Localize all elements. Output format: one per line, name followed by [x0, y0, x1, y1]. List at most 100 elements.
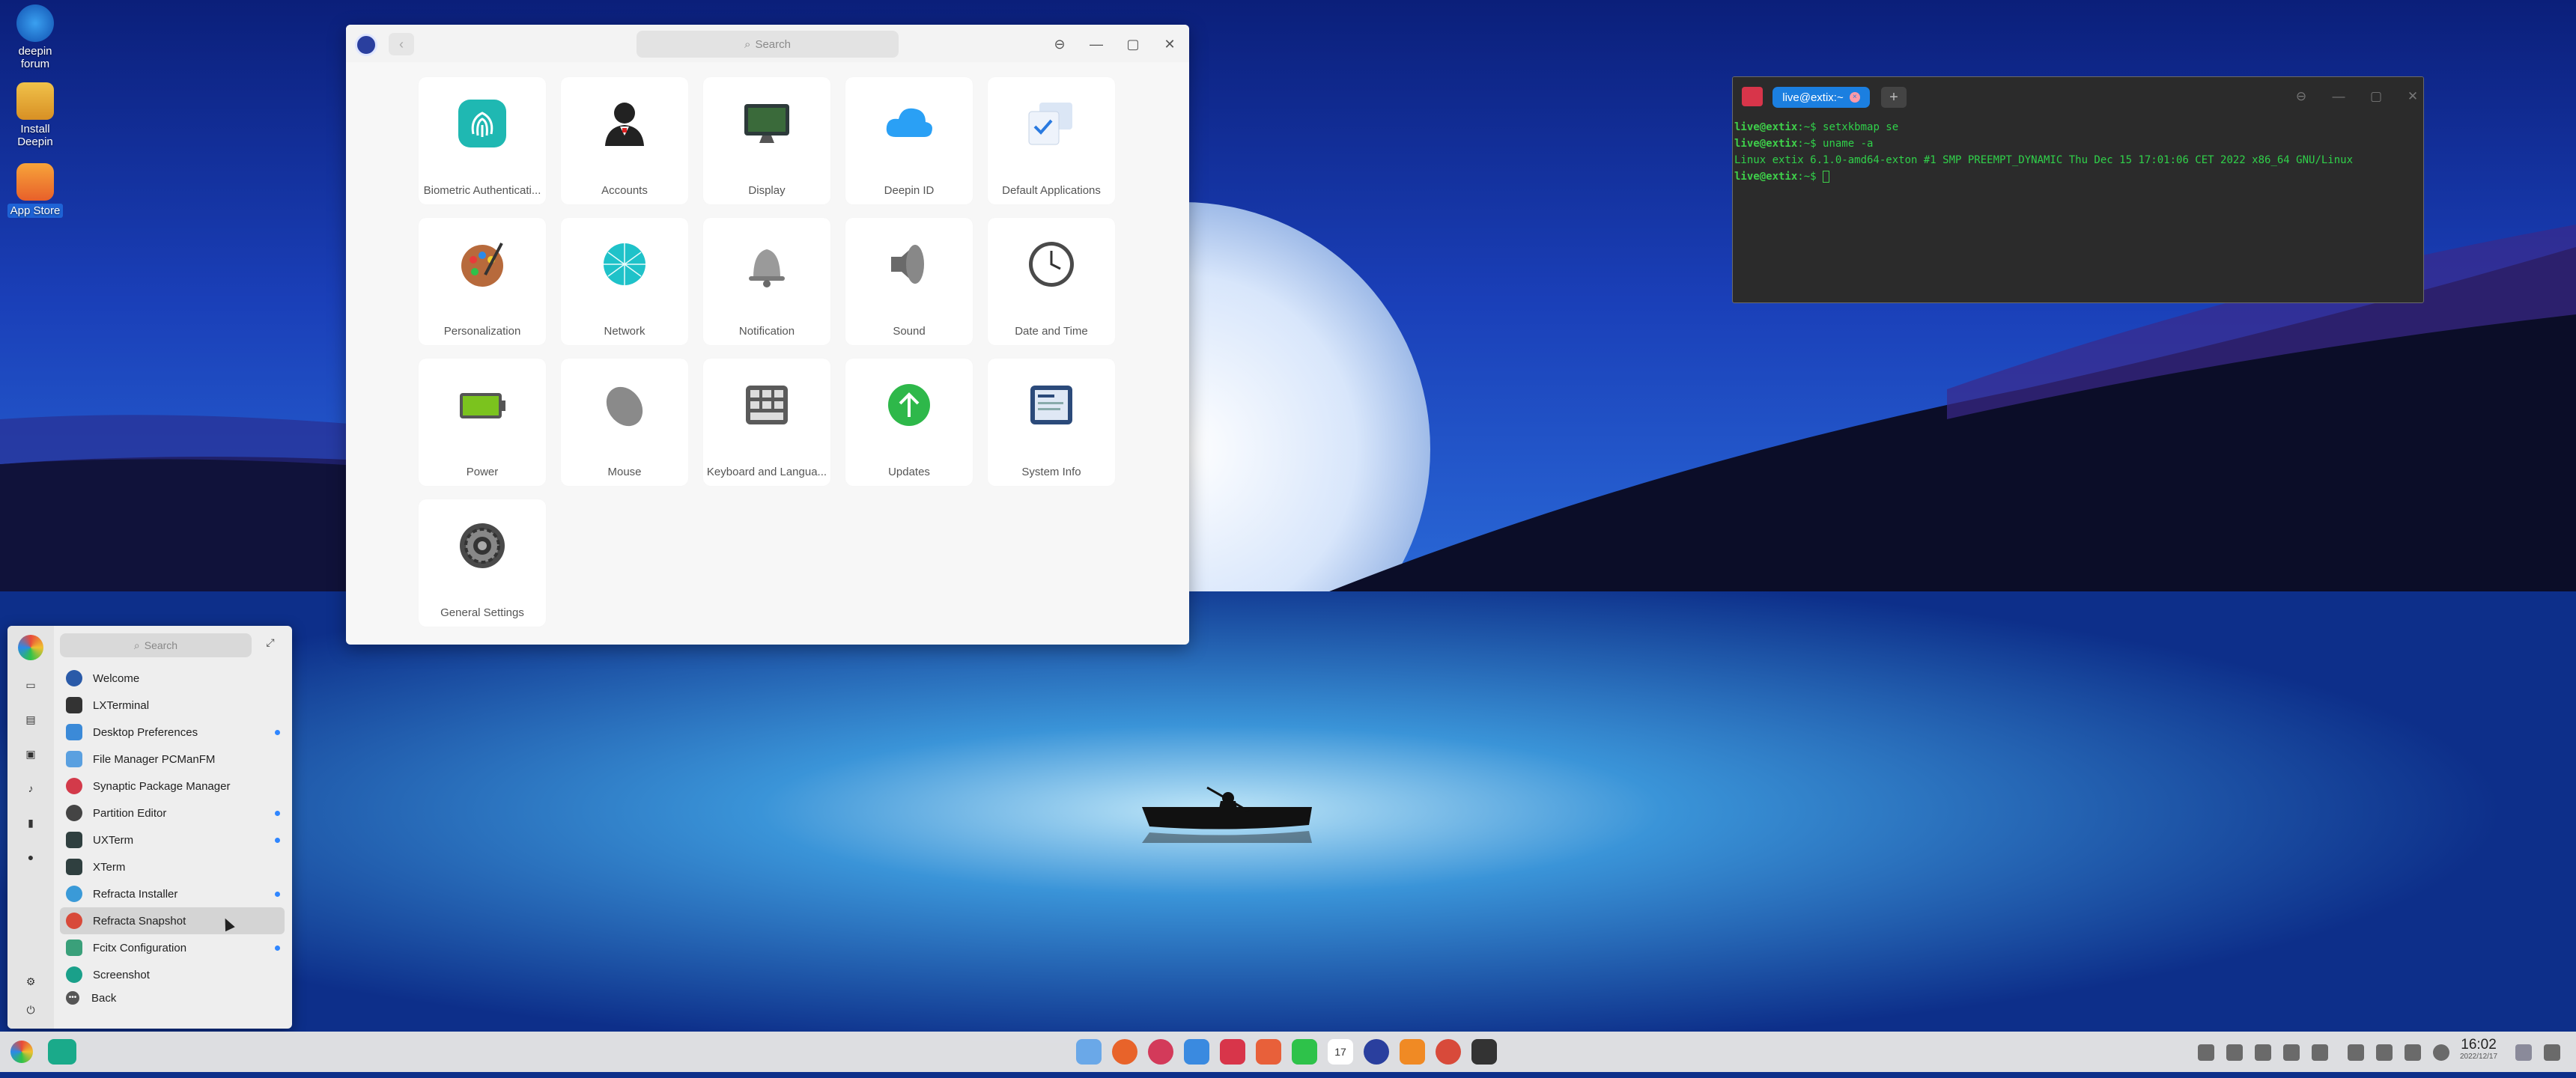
minimize-button[interactable]: —	[1085, 34, 1108, 55]
module-label: Keyboard and Langua...	[706, 466, 827, 478]
desktop-icon-install-deepin[interactable]: Install Deepin	[4, 82, 66, 148]
terminal-line: live@extix:~$	[1734, 168, 2422, 185]
tray-pen-icon[interactable]	[2283, 1044, 2300, 1061]
window-menu-button[interactable]: ⊖	[2290, 86, 2312, 107]
module-default-applications[interactable]: Default Applications	[988, 77, 1115, 204]
launcher-button[interactable]	[10, 1041, 33, 1063]
tray-volume-icon[interactable]	[2255, 1044, 2271, 1061]
power-icon[interactable]: ⏻	[24, 1003, 37, 1017]
refracta-dock-icon[interactable]	[1436, 1039, 1461, 1065]
image-viewer-dock-icon[interactable]	[1256, 1039, 1281, 1065]
module-notification[interactable]: Notification	[703, 218, 830, 345]
maximize-button[interactable]: ▢	[1122, 34, 1144, 55]
control-center-search-input[interactable]: ⌕ Search	[637, 31, 899, 58]
tray-keyboard-icon[interactable]	[2198, 1044, 2214, 1061]
module-label: Accounts	[601, 184, 648, 197]
tray-window-icon[interactable]	[2405, 1044, 2421, 1061]
launcher-item-welcome[interactable]: Welcome	[60, 665, 285, 692]
launcher-item-uxterm[interactable]: UXTerm	[60, 826, 285, 853]
music-dock-icon[interactable]	[1292, 1039, 1317, 1065]
launcher-item-file-manager[interactable]: File Manager PCManFM	[60, 746, 285, 773]
launcher-back-button[interactable]: ••• Back	[66, 991, 116, 1005]
close-button[interactable]: ✕	[1158, 34, 1181, 55]
desktop-icon-deepin-forum[interactable]: deepin forum	[4, 4, 66, 70]
firefox-dock-icon[interactable]	[1112, 1039, 1137, 1065]
info-icon[interactable]: ●	[24, 850, 37, 864]
module-keyboard-and-language[interactable]: Keyboard and Langua...	[703, 359, 830, 486]
terminal-dock-icon[interactable]	[1220, 1039, 1245, 1065]
launcher-item-refracta-snapshot[interactable]: Refracta Snapshot	[60, 907, 285, 934]
settings-icon[interactable]: ⚙	[24, 975, 37, 988]
xterm-dock-icon[interactable]	[1471, 1039, 1497, 1065]
module-accounts[interactable]: Accounts	[561, 77, 688, 204]
module-mouse[interactable]: Mouse	[561, 359, 688, 486]
launcher-item-refracta-installer[interactable]: Refracta Installer	[60, 880, 285, 907]
fcitx-icon	[66, 940, 82, 956]
module-grid: Biometric Authenticati... Accounts Displ…	[419, 77, 1115, 627]
control-center-titlebar: ‹ ⌕ Search ⊖ — ▢ ✕	[346, 25, 1189, 62]
tray-expand-icon[interactable]	[2312, 1044, 2328, 1061]
minimize-button[interactable]: —	[2327, 86, 2350, 107]
tray-screenshot-icon[interactable]	[2348, 1044, 2364, 1061]
control-center-dock-icon[interactable]	[1184, 1039, 1209, 1065]
back-button[interactable]: ‹	[389, 33, 414, 55]
new-tab-button[interactable]: +	[1881, 87, 1907, 108]
tray-search-icon[interactable]	[2376, 1044, 2393, 1061]
tray-network-icon[interactable]	[2433, 1044, 2449, 1061]
module-label: Deepin ID	[884, 184, 935, 197]
module-biometric-authentication[interactable]: Biometric Authenticati...	[419, 77, 546, 204]
module-updates[interactable]: Updates	[845, 359, 973, 486]
module-general-settings[interactable]: General Settings	[419, 499, 546, 627]
app-store-dock-icon[interactable]	[1400, 1039, 1425, 1065]
module-label: Updates	[888, 466, 930, 478]
module-label: Mouse	[607, 466, 642, 478]
module-deepin-id[interactable]: Deepin ID	[845, 77, 973, 204]
launcher-item-partition-editor[interactable]: Partition Editor	[60, 800, 285, 826]
module-personalization[interactable]: Personalization	[419, 218, 546, 345]
maximize-button[interactable]: ▢	[2365, 86, 2387, 107]
launcher-logo-icon[interactable]	[18, 635, 43, 660]
image-icon[interactable]: ▣	[24, 747, 37, 761]
file-manager-dock-icon[interactable]	[1076, 1039, 1102, 1065]
deepin-settings-dock-icon[interactable]	[1364, 1039, 1389, 1065]
music-icon[interactable]: ♪	[24, 782, 37, 795]
taskbar-clock[interactable]: 16:02 2022/12/17	[2460, 1038, 2497, 1062]
launcher-item-fcitx-configuration[interactable]: Fcitx Configuration	[60, 934, 285, 961]
notification-center-icon[interactable]	[2544, 1044, 2560, 1061]
document-icon[interactable]: ▤	[24, 713, 37, 726]
partition-icon	[66, 805, 82, 821]
module-display[interactable]: Display	[703, 77, 830, 204]
launcher-search-input[interactable]: ⌕ Search	[60, 633, 252, 657]
refracta-snapshot-icon	[66, 913, 82, 929]
desktop-icon-app-store[interactable]: App Store	[4, 163, 66, 218]
gear-icon	[460, 523, 505, 568]
module-network[interactable]: Network	[561, 218, 688, 345]
synaptic-dock-icon[interactable]	[1148, 1039, 1173, 1065]
launcher-item-synaptic[interactable]: Synaptic Package Manager	[60, 773, 285, 800]
battery-icon	[460, 393, 505, 418]
file-manager-icon	[66, 751, 82, 767]
multitasking-view-button[interactable]	[48, 1039, 76, 1065]
launcher-item-desktop-preferences[interactable]: Desktop Preferences	[60, 719, 285, 746]
tray-power-icon[interactable]	[2226, 1044, 2243, 1061]
terminal-output[interactable]: live@extix:~$ setxkbmap se live@extix:~$ …	[1733, 116, 2423, 188]
tray-user-icon[interactable]	[2515, 1044, 2532, 1061]
launcher-item-xterm[interactable]: XTerm	[60, 853, 285, 880]
screenshot-icon	[66, 966, 82, 983]
terminal-tab[interactable]: live@extix:~ ×	[1772, 87, 1870, 108]
launcher-item-lxterminal[interactable]: LXTerminal	[60, 692, 285, 719]
launcher-item-screenshot[interactable]: Screenshot	[60, 961, 285, 988]
calendar-dock-icon[interactable]: 17	[1328, 1039, 1353, 1065]
close-button[interactable]: ✕	[2402, 86, 2423, 107]
monitor-icon[interactable]: ▭	[24, 678, 37, 692]
window-menu-button[interactable]: ⊖	[1048, 34, 1071, 55]
video-icon[interactable]: ▮	[24, 816, 37, 829]
module-system-info[interactable]: System Info	[988, 359, 1115, 486]
module-power[interactable]: Power	[419, 359, 546, 486]
module-sound[interactable]: Sound	[845, 218, 973, 345]
tab-close-icon[interactable]: ×	[1849, 92, 1860, 103]
new-app-indicator	[275, 945, 280, 951]
module-date-and-time[interactable]: Date and Time	[988, 218, 1115, 345]
terminal-icon	[66, 697, 82, 713]
fullscreen-toggle-icon[interactable]: ⤢	[262, 636, 279, 653]
